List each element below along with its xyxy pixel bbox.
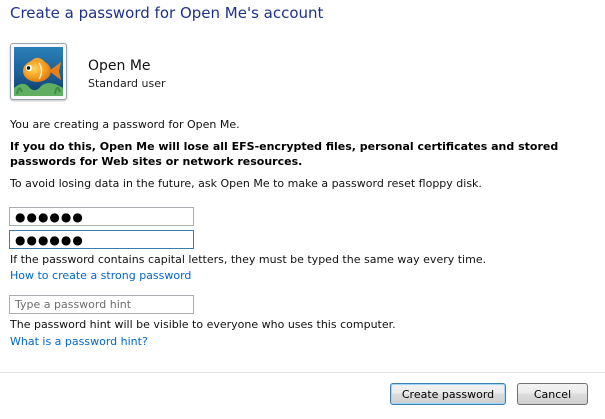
new-password-field[interactable] — [9, 207, 194, 226]
efs-warning: If you do this, Open Me will lose all EF… — [10, 140, 559, 168]
hint-visibility-note: The password hint will be visible to eve… — [10, 318, 396, 331]
cancel-button[interactable]: Cancel — [517, 383, 588, 405]
password-hint-field[interactable] — [9, 295, 194, 314]
confirm-password-field[interactable] — [9, 230, 194, 249]
create-password-button[interactable]: Create password — [390, 383, 506, 405]
account-name: Open Me — [88, 58, 151, 74]
strong-password-link[interactable]: How to create a strong password — [10, 269, 191, 282]
footer-divider — [0, 372, 605, 373]
page-title: Create a password for Open Me's account — [10, 4, 324, 22]
account-picture — [10, 43, 67, 100]
intro-text: You are creating a password for Open Me. — [10, 118, 240, 131]
account-type: Standard user — [88, 77, 166, 90]
reset-disk-advice: To avoid losing data in the future, ask … — [10, 177, 482, 190]
fish-icon — [14, 47, 63, 96]
capital-letters-note: If the password contains capital letters… — [10, 253, 487, 266]
password-hint-help-link[interactable]: What is a password hint? — [10, 335, 148, 348]
